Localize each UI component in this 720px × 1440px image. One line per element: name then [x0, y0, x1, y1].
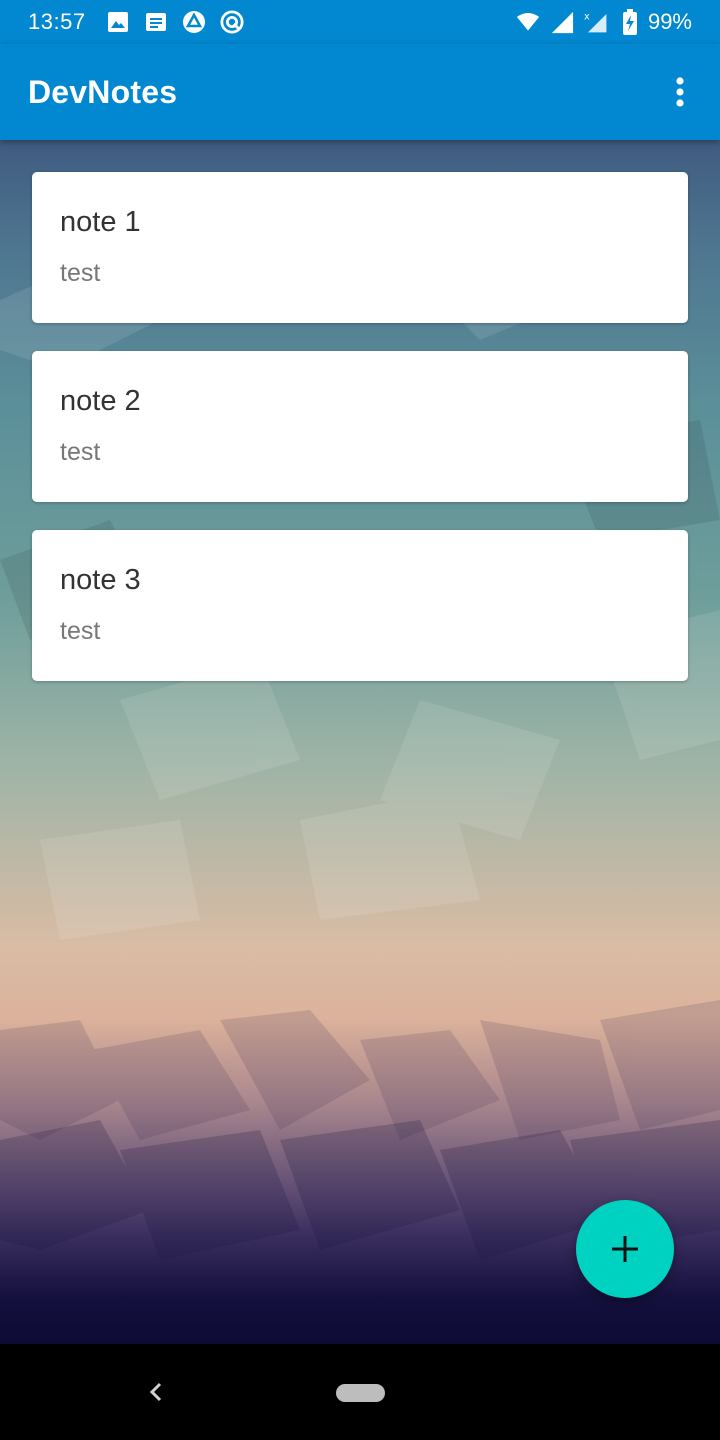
add-note-button[interactable] — [576, 1200, 674, 1298]
signal-icon — [550, 10, 574, 34]
sync-icon — [220, 10, 244, 34]
note-body: test — [60, 259, 101, 287]
note-body: test — [60, 617, 101, 645]
note-card-2[interactable]: note 2 test — [32, 351, 688, 502]
signal-no-data-icon: x — [584, 10, 608, 34]
app-bar: DevNotes — [0, 44, 720, 140]
back-chevron-icon — [149, 1382, 162, 1402]
more-vert-icon — [676, 77, 684, 107]
battery-percent: 99% — [647, 9, 692, 34]
screen: 13:57 x 99% DevNotes note 1 test note 2 … — [0, 0, 720, 1440]
notes-list-area[interactable]: note 1 test note 2 test note 3 test — [0, 140, 720, 1344]
status-bar: 13:57 x 99% — [0, 0, 720, 44]
battery-charging-icon — [618, 9, 642, 35]
note-card-1[interactable]: note 1 test — [32, 172, 688, 323]
svg-text:x: x — [584, 12, 590, 23]
status-right: x 99% — [516, 9, 692, 35]
overflow-menu-button[interactable] — [656, 68, 704, 116]
message-icon — [144, 10, 168, 34]
note-card-3[interactable]: note 3 test — [32, 530, 688, 681]
back-button[interactable] — [140, 1376, 172, 1408]
note-body: test — [60, 438, 101, 466]
app-title: DevNotes — [28, 73, 178, 110]
note-title: note 2 — [60, 385, 141, 417]
note-title: note 1 — [60, 206, 141, 238]
home-button[interactable] — [336, 1384, 385, 1402]
drive-icon — [182, 10, 206, 34]
status-time: 13:57 — [28, 9, 86, 34]
note-title: note 3 — [60, 564, 141, 596]
image-icon — [106, 10, 130, 34]
plus-icon — [612, 1236, 638, 1262]
wifi-icon — [516, 10, 540, 34]
